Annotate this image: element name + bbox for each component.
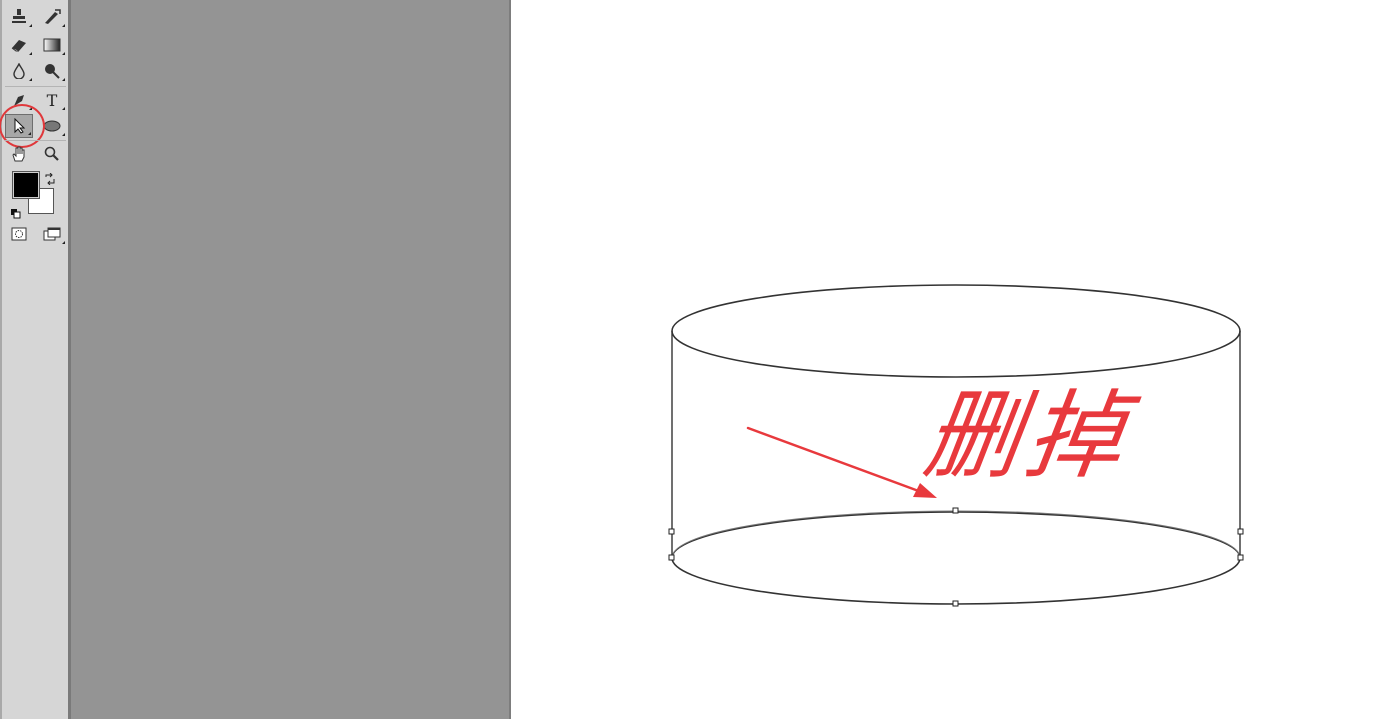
dodge-tool[interactable] [38, 59, 66, 83]
selected-path[interactable] [671, 510, 1241, 559]
gradient-icon [43, 38, 61, 52]
history-brush-tool[interactable] [38, 5, 66, 29]
hand-tool[interactable] [5, 142, 33, 166]
photoshop-window: T 删掉 [0, 0, 1387, 719]
quick-mask-icon [11, 227, 27, 241]
cylinder-top-ellipse[interactable] [671, 284, 1241, 378]
blur-drop-icon [12, 63, 26, 79]
history-brush-icon [43, 9, 61, 25]
clone-stamp-tool[interactable] [5, 5, 33, 29]
eraser-tool[interactable] [5, 33, 33, 57]
hand-icon [10, 145, 28, 163]
swap-colors-icon[interactable] [44, 170, 56, 189]
cylinder-bottom-ellipse[interactable] [671, 511, 1241, 605]
anchor-point[interactable] [1237, 528, 1244, 535]
canvas-drawing[interactable] [509, 0, 1387, 719]
screen-mode-icon [43, 227, 61, 241]
red-annotation-arrow-line [746, 426, 926, 495]
zoom-icon [44, 146, 60, 162]
foreground-color-swatch[interactable] [13, 172, 39, 198]
pasteboard-area [71, 0, 509, 719]
eraser-icon [10, 38, 28, 52]
toolbox-separator [5, 140, 66, 141]
ellipse-shape-icon [42, 119, 62, 133]
blur-tool[interactable] [5, 59, 33, 83]
type-tool[interactable]: T [38, 88, 66, 112]
zoom-tool[interactable] [38, 142, 66, 166]
toolbox-separator [5, 86, 66, 87]
red-annotation-text: 删掉 [917, 380, 1137, 492]
anchor-point[interactable] [1237, 554, 1244, 561]
default-colors-icon[interactable] [11, 204, 21, 223]
toolbox-panel: T [0, 0, 71, 719]
anchor-point[interactable] [952, 507, 959, 514]
dodge-icon [44, 63, 60, 79]
toolbox-border [0, 0, 2, 719]
anchor-point[interactable] [668, 554, 675, 561]
anchor-point[interactable] [668, 528, 675, 535]
clone-stamp-icon [10, 9, 28, 25]
type-icon: T [46, 90, 58, 110]
screen-mode-button[interactable] [38, 222, 66, 246]
gradient-tool[interactable] [38, 33, 66, 57]
anchor-point[interactable] [952, 600, 959, 607]
quick-mask-button[interactable] [5, 222, 33, 246]
